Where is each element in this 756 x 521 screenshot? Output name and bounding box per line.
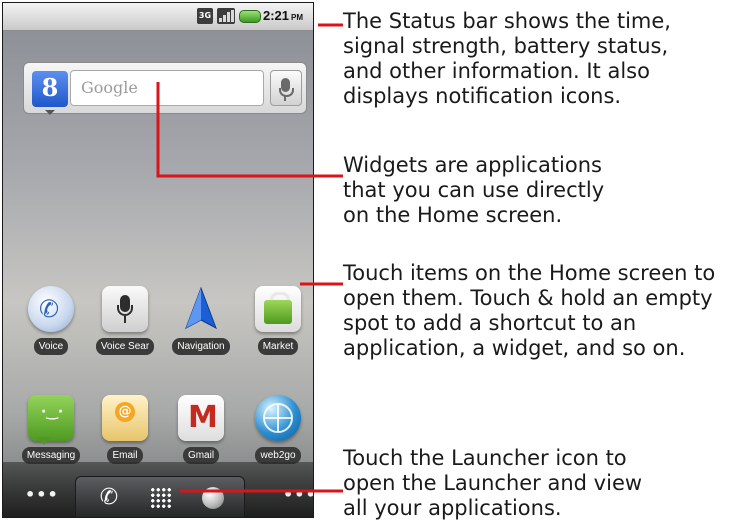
phone-icon[interactable]: ✆ xyxy=(92,481,126,515)
voice-icon: ✆ xyxy=(28,286,74,332)
app-email[interactable]: @ Email xyxy=(92,395,158,468)
status-bar[interactable]: 3G 2:21 PM xyxy=(3,3,313,31)
app-gmail[interactable]: M Gmail xyxy=(168,395,234,468)
email-envelope-icon: @ xyxy=(102,395,148,441)
app-market[interactable]: Market xyxy=(245,286,311,359)
caption-widgets: Widgets are applications that you can us… xyxy=(343,153,605,227)
launcher-grid-icon xyxy=(150,487,172,509)
left-ellipsis-button[interactable]: ••• xyxy=(25,487,59,503)
app-label: Navigation xyxy=(172,338,230,355)
app-messaging[interactable]: ·‿· Messaging xyxy=(18,395,84,468)
app-voice[interactable]: ✆ Voice xyxy=(18,286,84,359)
data-network-icon: 3G xyxy=(197,8,213,24)
app-label: Voice Sear xyxy=(95,338,155,355)
browser-button[interactable] xyxy=(196,481,230,515)
search-input[interactable]: Google xyxy=(70,70,264,106)
app-label: Market xyxy=(257,338,299,355)
app-navigation[interactable]: Navigation xyxy=(168,286,234,359)
voice-search-button[interactable] xyxy=(270,70,302,106)
app-voice-search[interactable]: Voice Sear xyxy=(92,286,158,359)
market-bag-icon xyxy=(255,286,301,332)
navigation-arrow-icon xyxy=(178,286,224,332)
chevron-down-icon xyxy=(45,110,55,115)
status-time: 2:21 PM xyxy=(263,8,304,23)
dock-center: ✆ xyxy=(75,476,245,517)
google-search-widget[interactable]: 8 Google xyxy=(23,62,307,115)
microphone-icon xyxy=(102,286,148,332)
launcher-button[interactable] xyxy=(144,481,178,515)
phone-home-screen: 3G 2:21 PM 8 Google ✆ Voice Voice Sear N… xyxy=(2,2,314,518)
browser-icon xyxy=(202,487,224,509)
right-ellipsis-button[interactable]: ••• xyxy=(283,487,313,503)
messaging-bubble-icon: ·‿· xyxy=(28,395,74,445)
caption-touch-items: Touch items on the Home screen to open t… xyxy=(343,261,716,360)
app-web2go[interactable]: web2go xyxy=(245,395,311,468)
app-label: Voice xyxy=(33,338,69,355)
google-logo-icon[interactable]: 8 xyxy=(32,71,68,107)
battery-icon xyxy=(239,10,261,23)
signal-strength-icon xyxy=(217,8,235,24)
globe-icon xyxy=(255,395,301,441)
gmail-icon: M xyxy=(178,395,224,441)
caption-launcher: Touch the Launcher icon to open the Laun… xyxy=(343,446,643,520)
caption-status-bar: The Status bar shows the time, signal st… xyxy=(343,9,671,108)
